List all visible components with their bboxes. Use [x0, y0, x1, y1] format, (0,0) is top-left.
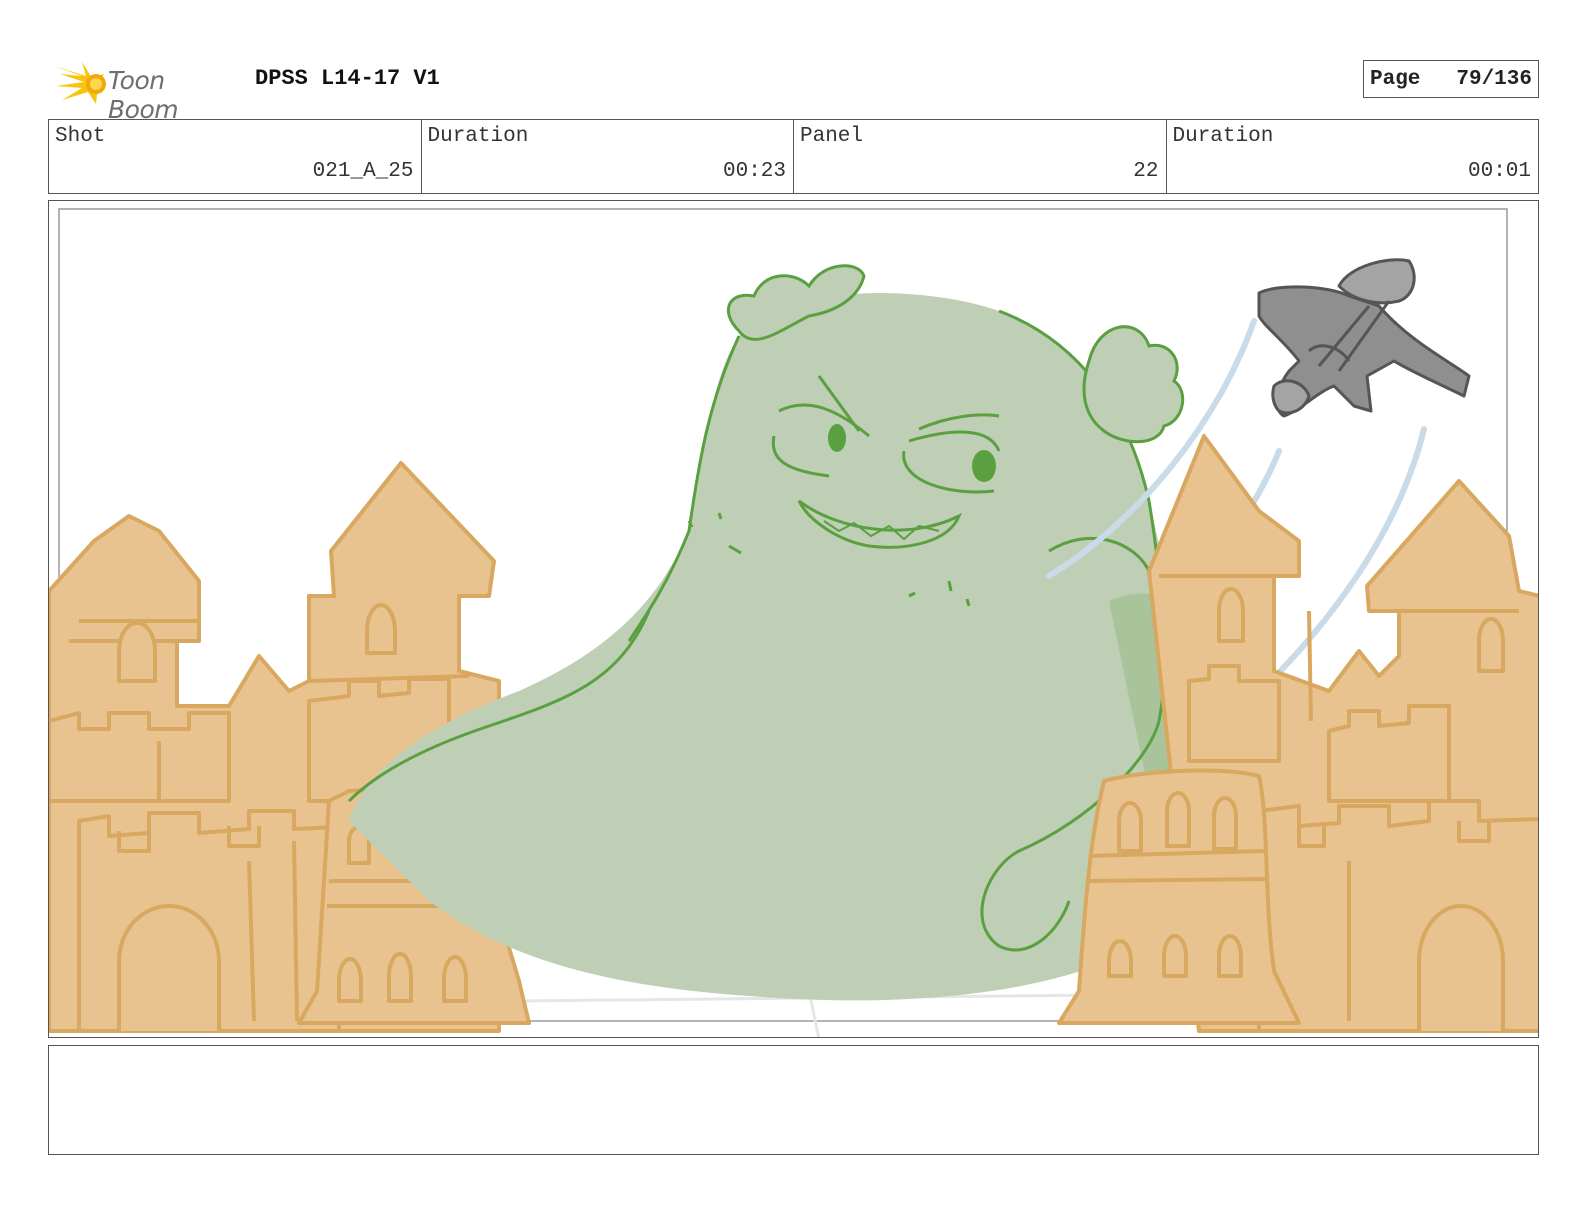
panel-value: 22	[1133, 160, 1159, 183]
shot-label: Shot	[55, 125, 106, 148]
storyboard-panel	[48, 200, 1539, 1038]
page-value: 79/136	[1456, 67, 1532, 91]
airplane	[1257, 258, 1471, 418]
shot-info-row: Shot 021_A_25 Duration 00:23 Panel 22 Du…	[48, 119, 1539, 194]
green-monster	[347, 264, 1211, 1001]
toon-boom-logo: Toon Boom	[52, 56, 242, 124]
panel-sketch	[49, 208, 1538, 1037]
panel-duration-label: Duration	[1172, 125, 1274, 148]
panel-duration-cell: Duration 00:01	[1167, 120, 1539, 193]
shot-duration-value: 00:23	[722, 160, 786, 183]
page-counter: Page 79/136	[1363, 60, 1539, 98]
notes-box[interactable]	[48, 1045, 1539, 1155]
shot-duration-label: Duration	[427, 125, 529, 148]
storyboard-header: Toon Boom DPSS L14-17 V1 Page 79/136	[48, 54, 1539, 124]
star-burst-icon	[54, 62, 106, 104]
shot-duration-cell: Duration 00:23	[422, 120, 794, 193]
panel-cell: Panel 22	[794, 120, 1167, 193]
page-label: Page	[1370, 67, 1421, 91]
panel-label: Panel	[800, 125, 864, 148]
panel-duration-value: 00:01	[1467, 160, 1531, 183]
shot-value: 021_A_25	[312, 160, 414, 183]
logo-text: Toon Boom	[108, 66, 179, 124]
document-title: DPSS L14-17 V1	[255, 66, 440, 91]
shot-cell: Shot 021_A_25	[49, 120, 422, 193]
